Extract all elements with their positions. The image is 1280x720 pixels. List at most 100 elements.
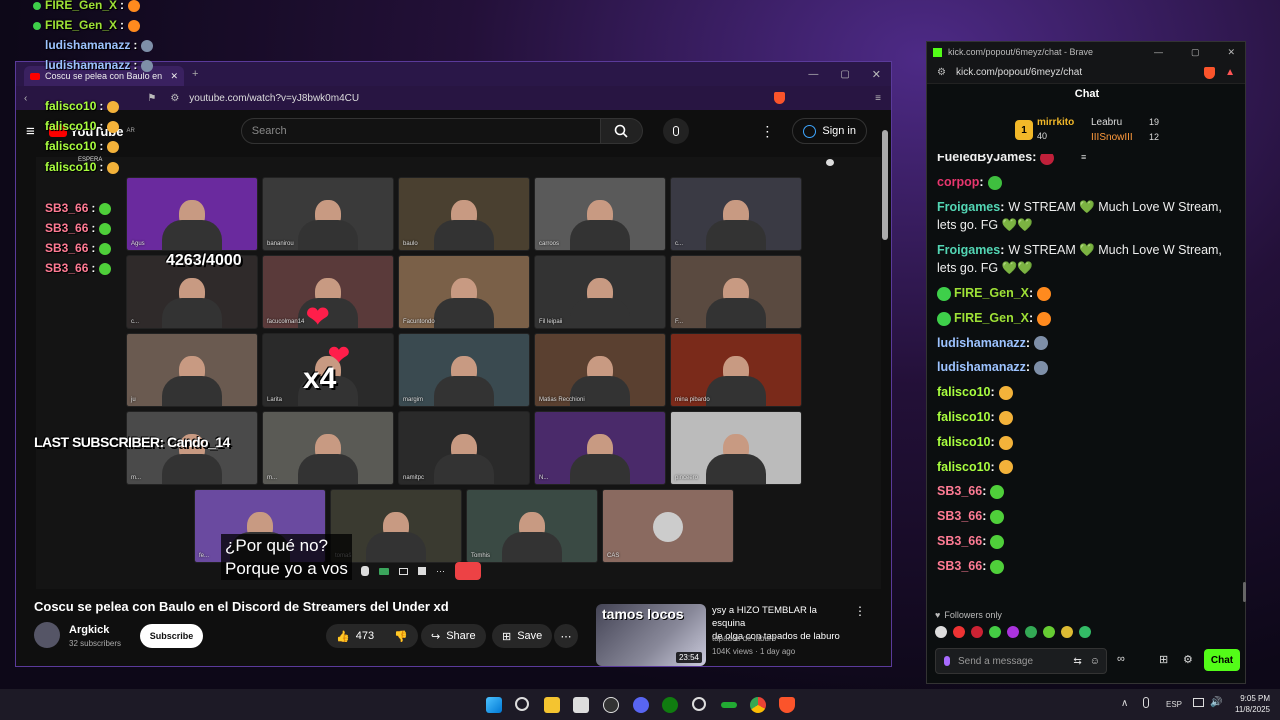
chat-message[interactable]: SB3_66: — [937, 557, 1005, 575]
bookmark-icon[interactable]: ⚑ — [147, 93, 156, 104]
url-field[interactable]: kick.com/popout/6meyz/chat — [956, 67, 1082, 78]
disconnect-button[interactable] — [455, 562, 481, 580]
brave-shield-icon[interactable] — [1204, 66, 1216, 79]
emote-icon[interactable] — [1007, 626, 1019, 638]
channel-name[interactable]: Argkick — [69, 624, 109, 636]
emote-icon[interactable] — [953, 626, 965, 638]
store-icon[interactable] — [573, 697, 589, 713]
mute-mic-icon[interactable] — [361, 566, 369, 576]
chat-username[interactable]: Froigames — [937, 200, 1000, 214]
participant-tile[interactable]: Agus — [126, 177, 258, 251]
hamburger-menu-icon[interactable]: ≡ — [26, 123, 35, 140]
tray-mic-icon[interactable] — [1143, 697, 1149, 708]
file-explorer-icon[interactable] — [544, 697, 560, 713]
chat-message[interactable]: SB3_66: — [937, 507, 1005, 525]
clock[interactable]: 9:05 PM 11/8/2025 — [1228, 693, 1270, 715]
subscribe-button[interactable]: Subscribe — [140, 624, 203, 648]
more-icon[interactable]: ⋯ — [436, 566, 445, 577]
participant-tile[interactable]: F... — [670, 255, 802, 329]
minimize-icon[interactable]: — — [808, 69, 818, 80]
chat-username[interactable]: FueledByJames — [937, 154, 1032, 164]
chat-username[interactable]: SB3_66 — [937, 534, 982, 548]
chat-username[interactable]: FIRE_Gen_X — [954, 311, 1029, 325]
emote-icon[interactable] — [935, 626, 947, 638]
chat-message[interactable]: FIRE_Gen_X: — [937, 309, 1052, 327]
participant-tile[interactable]: Fil leipaii — [534, 255, 666, 329]
participant-tile[interactable]: bananirou — [262, 177, 394, 251]
emote-icon[interactable] — [1025, 626, 1037, 638]
participant-tile[interactable]: carroos — [534, 177, 666, 251]
participant-tile[interactable]: margim — [398, 333, 530, 407]
chat-username[interactable]: Froigames — [937, 243, 1000, 257]
sign-in-button[interactable]: Sign in — [792, 118, 867, 144]
chat-username[interactable]: FIRE_Gen_X — [954, 286, 1029, 300]
recommended-more-icon[interactable]: ⋮ — [854, 604, 866, 618]
close-tab-icon[interactable]: ✕ — [170, 71, 178, 82]
chat-username[interactable]: ludishamanazz — [937, 360, 1026, 374]
scrollbar[interactable] — [882, 130, 888, 240]
brave-icon[interactable] — [779, 697, 795, 713]
participant-tile[interactable]: pinceero — [670, 411, 802, 485]
tray-chevron-icon[interactable]: ∧ — [1121, 698, 1128, 709]
chat-message[interactable]: Froigames: W STREAM 💚 Much Love W Stream,… — [937, 241, 1222, 277]
chat-scrollbar[interactable] — [1243, 582, 1246, 602]
chat-message[interactable]: falisco10: — [937, 383, 1013, 401]
chat-send-button[interactable]: Chat — [1204, 649, 1240, 671]
mic-icon[interactable] — [944, 656, 950, 666]
more-actions-button[interactable]: ⋯ — [554, 624, 578, 648]
brave-shield-icon[interactable] — [774, 92, 786, 104]
participant-tile[interactable]: mina pibardo — [670, 333, 802, 407]
chat-message[interactable]: SB3_66: — [937, 482, 1005, 500]
site-info-icon[interactable]: ⚙ — [170, 93, 179, 104]
chat-message[interactable]: ludishamanazz: — [937, 358, 1049, 376]
recommended-channel[interactable]: tapados de laburo — [712, 634, 776, 643]
more-options-icon[interactable]: ⋮ — [760, 123, 774, 140]
url-field[interactable]: youtube.com/watch?v=yJ8bwk0m4CU — [189, 93, 359, 104]
emote-icon[interactable] — [1079, 626, 1091, 638]
chat-message[interactable]: corpop: — [937, 173, 1002, 191]
emote-icon[interactable] — [1043, 626, 1055, 638]
emote-icon[interactable] — [989, 626, 1001, 638]
new-tab-icon[interactable]: + — [192, 68, 198, 80]
language-indicator[interactable]: ESP — [1166, 700, 1182, 709]
back-icon[interactable]: ‹ — [24, 93, 27, 104]
screen-share-icon[interactable] — [399, 567, 408, 575]
site-info-icon[interactable]: ⚙ — [937, 67, 946, 78]
participant-tile[interactable]: N... — [534, 411, 666, 485]
chat-username[interactable]: SB3_66 — [937, 559, 982, 573]
thumb-down-icon[interactable]: 👎 — [394, 630, 408, 643]
camera-icon[interactable] — [379, 567, 389, 575]
recommended-thumbnail[interactable]: tamos locos 23:54 — [596, 604, 706, 666]
emote-icon[interactable] — [1061, 626, 1073, 638]
points-icon[interactable]: ∞ — [1117, 653, 1125, 665]
video-player[interactable]: ESPERA Agus bananirou baulo carroos c... c...… — [36, 157, 881, 589]
close-window-icon[interactable]: ✕ — [1227, 47, 1235, 58]
participant-tile[interactable]: ju — [126, 333, 258, 407]
participant-tile[interactable]: CAS — [602, 489, 734, 563]
chat-message[interactable]: ludishamanazz: — [937, 334, 1049, 352]
terminal-icon[interactable] — [721, 702, 737, 708]
activities-icon[interactable] — [418, 567, 426, 575]
chat-username[interactable]: corpop — [937, 175, 979, 189]
chat-message[interactable]: falisco10: — [937, 433, 1013, 451]
menu-icon[interactable]: ≡ — [875, 93, 881, 104]
windows-start-icon[interactable] — [486, 697, 502, 713]
chat-message[interactable]: FIRE_Gen_X: — [937, 284, 1052, 302]
chrome-icon[interactable] — [750, 697, 766, 713]
app-icon[interactable] — [603, 697, 619, 713]
maximize-icon[interactable]: ▢ — [840, 69, 849, 80]
voice-search-button[interactable] — [662, 118, 689, 144]
chat-message[interactable]: Froigames: W STREAM 💚 Much Love W Stream,… — [937, 198, 1222, 234]
gift-icon[interactable]: ⊞ — [1159, 653, 1168, 666]
search-button[interactable] — [600, 118, 643, 144]
chat-username[interactable]: falisco10 — [937, 385, 991, 399]
save-button[interactable]: ⊞ Save — [492, 624, 553, 648]
network-icon[interactable] — [1193, 698, 1204, 707]
emoji-icon[interactable]: ☺ — [1090, 656, 1100, 667]
chat-username[interactable]: SB3_66 — [937, 484, 982, 498]
chat-username[interactable]: SB3_66 — [937, 509, 982, 523]
participant-tile[interactable]: baulo — [398, 177, 530, 251]
discord-icon[interactable] — [633, 697, 649, 713]
chat-username[interactable]: falisco10 — [937, 410, 991, 424]
search-input[interactable]: Search — [240, 118, 601, 144]
